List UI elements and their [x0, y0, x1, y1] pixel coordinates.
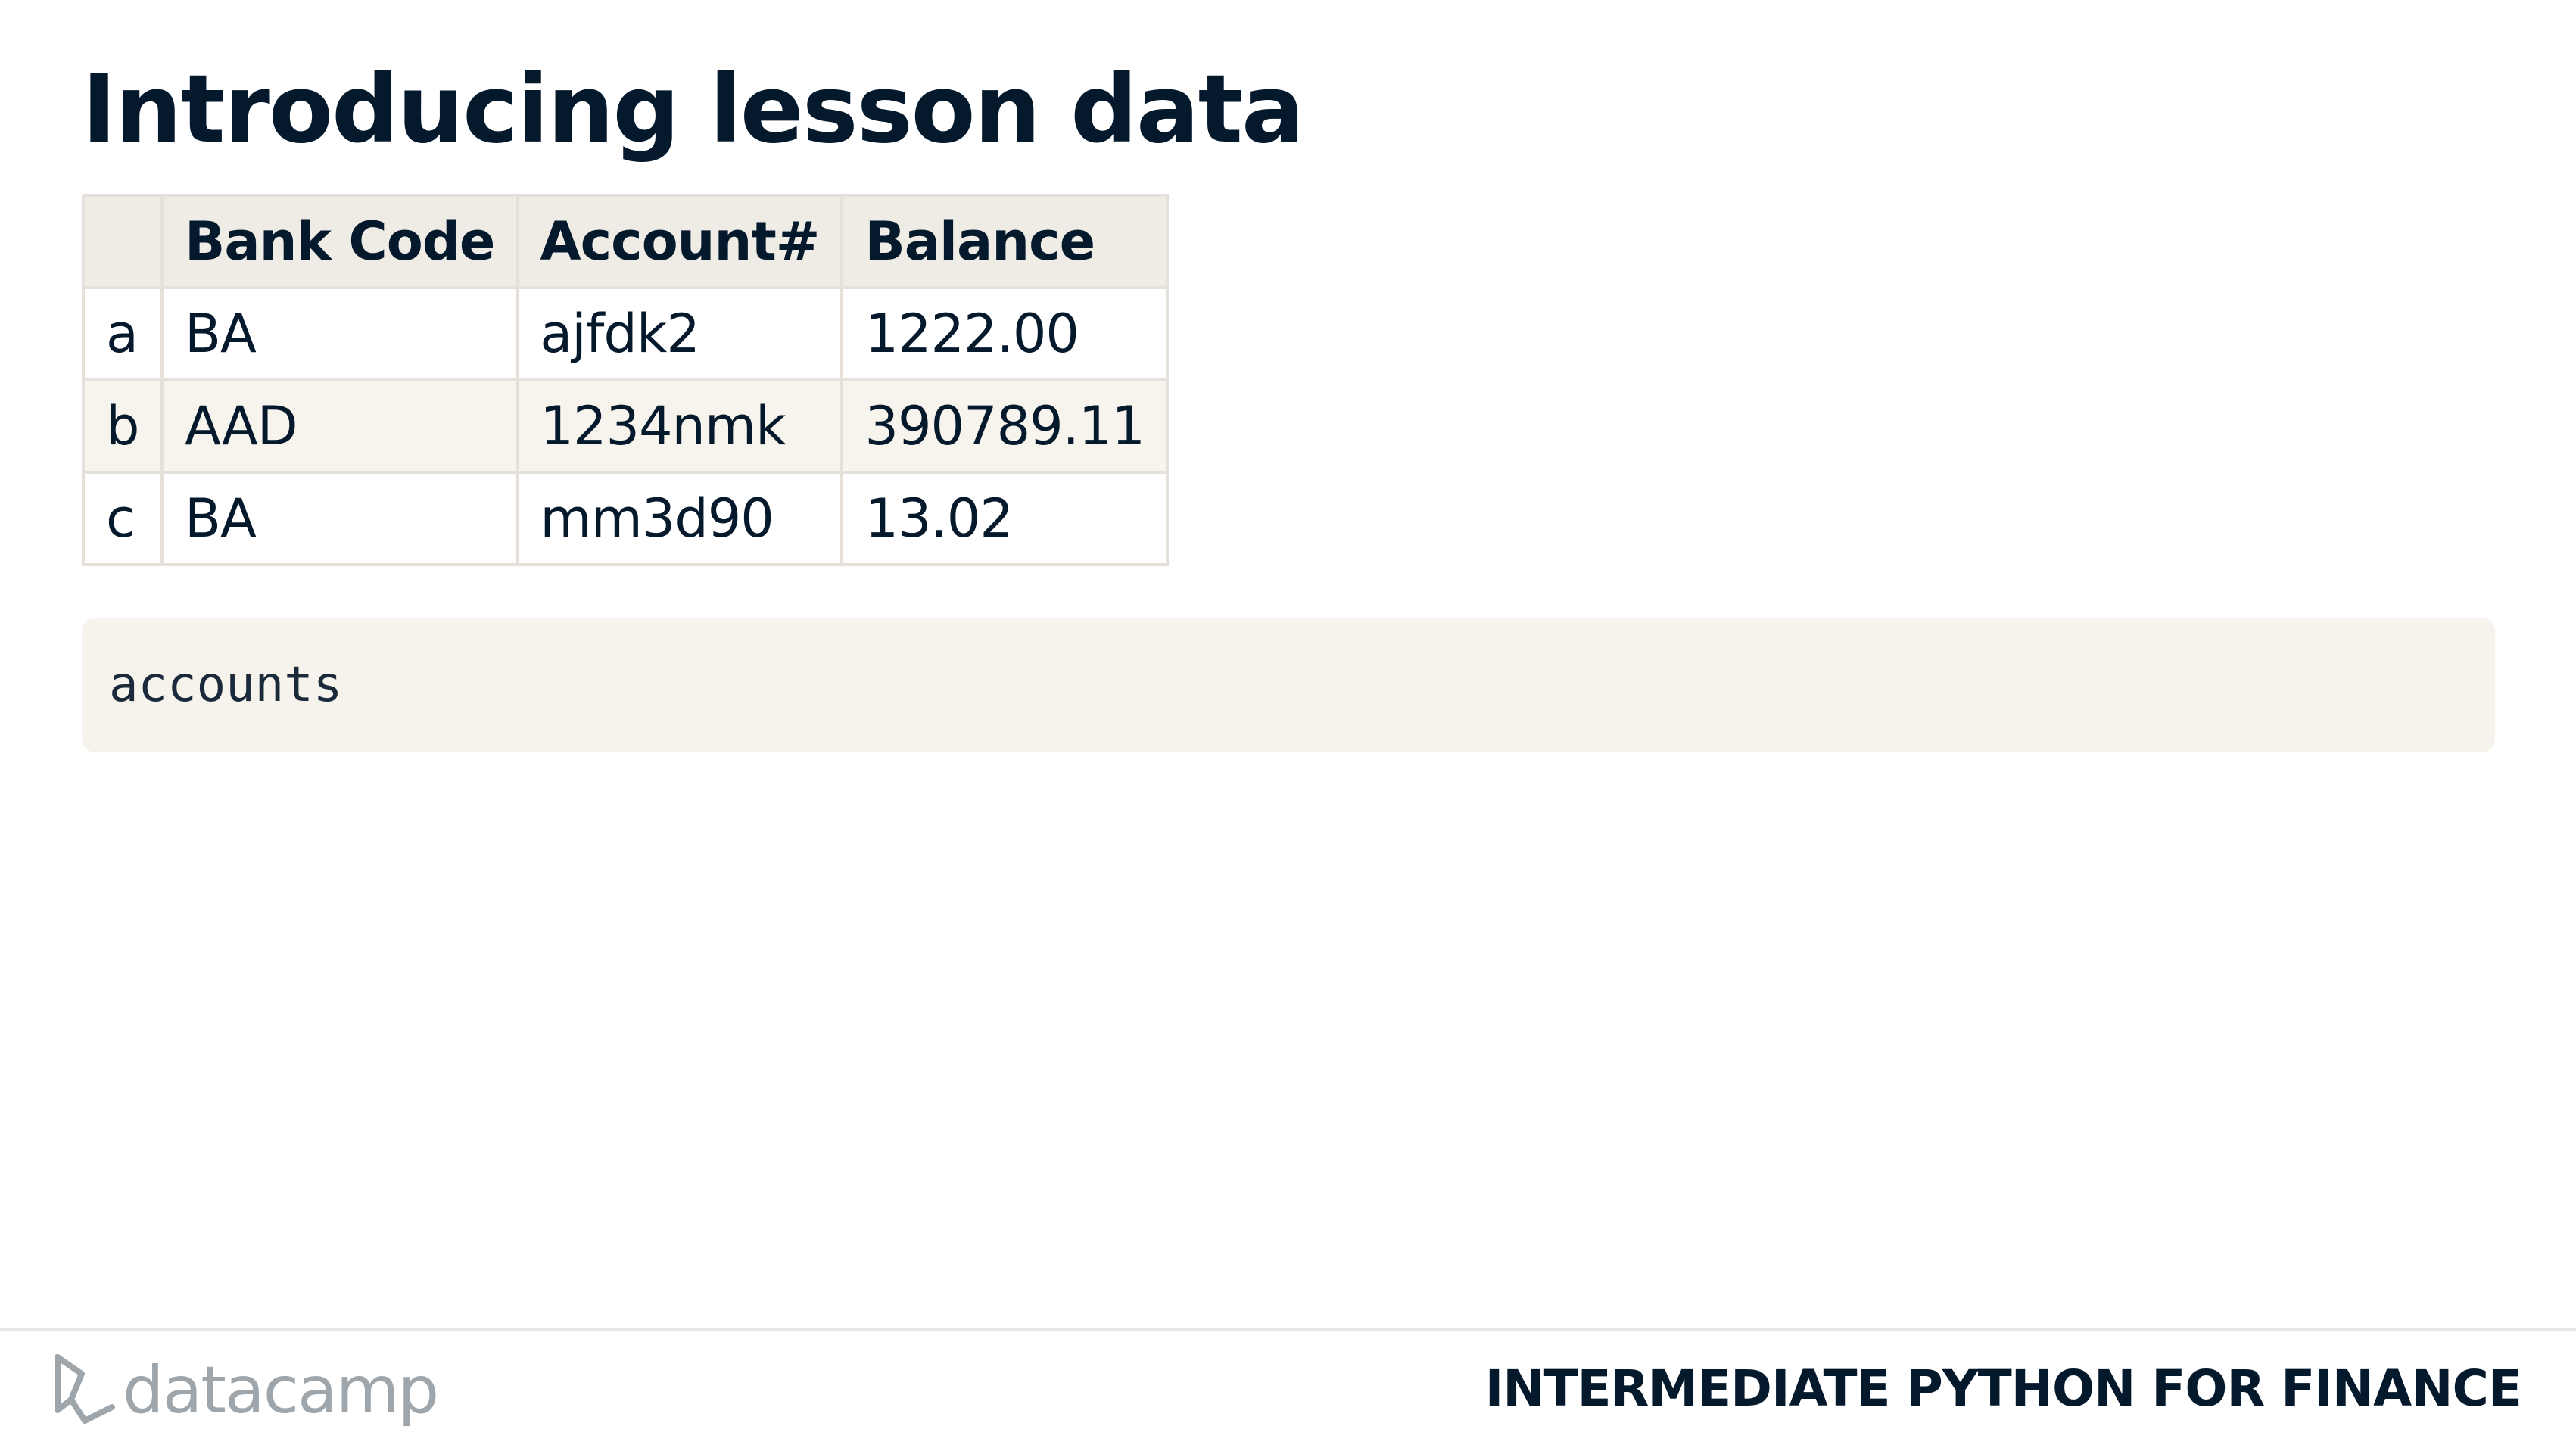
row-account: 1234nmk [516, 378, 844, 474]
row-balance: 13.02 [840, 471, 1169, 566]
table-row: a BA ajfdk2 1222.00 [82, 286, 1169, 381]
table-header-account: Account# [516, 194, 844, 289]
row-bank-code: BA [160, 286, 519, 381]
row-balance: 1222.00 [840, 286, 1169, 381]
table-row: b AAD 1234nmk 390789.11 [82, 378, 1169, 474]
row-bank-code: BA [160, 471, 519, 566]
row-index: a [82, 286, 164, 381]
row-index: b [82, 378, 164, 474]
table-header-row: Bank Code Account# Balance [82, 194, 1169, 289]
brand-name: datacamp [123, 1353, 439, 1428]
accounts-table: Bank Code Account# Balance a BA ajfdk2 1… [82, 194, 1169, 566]
slide-title: Introducing lesson data [82, 55, 1305, 164]
code-block: accounts [82, 618, 2495, 752]
table-row: c BA mm3d90 13.02 [82, 471, 1169, 566]
table-header-balance: Balance [840, 194, 1169, 289]
row-bank-code: AAD [160, 378, 519, 474]
table-header-index [82, 194, 164, 289]
row-account: mm3d90 [516, 471, 844, 566]
row-account: ajfdk2 [516, 286, 844, 381]
table-header-bank-code: Bank Code [160, 194, 519, 289]
course-title: INTERMEDIATE PYTHON FOR FINANCE [1484, 1359, 2522, 1418]
footer-divider [0, 1328, 2576, 1331]
row-index: c [82, 471, 164, 566]
row-balance: 390789.11 [840, 378, 1169, 474]
code-text: accounts [109, 657, 343, 713]
datacamp-logo-icon [55, 1354, 115, 1424]
datacamp-logo: datacamp [51, 1349, 439, 1432]
